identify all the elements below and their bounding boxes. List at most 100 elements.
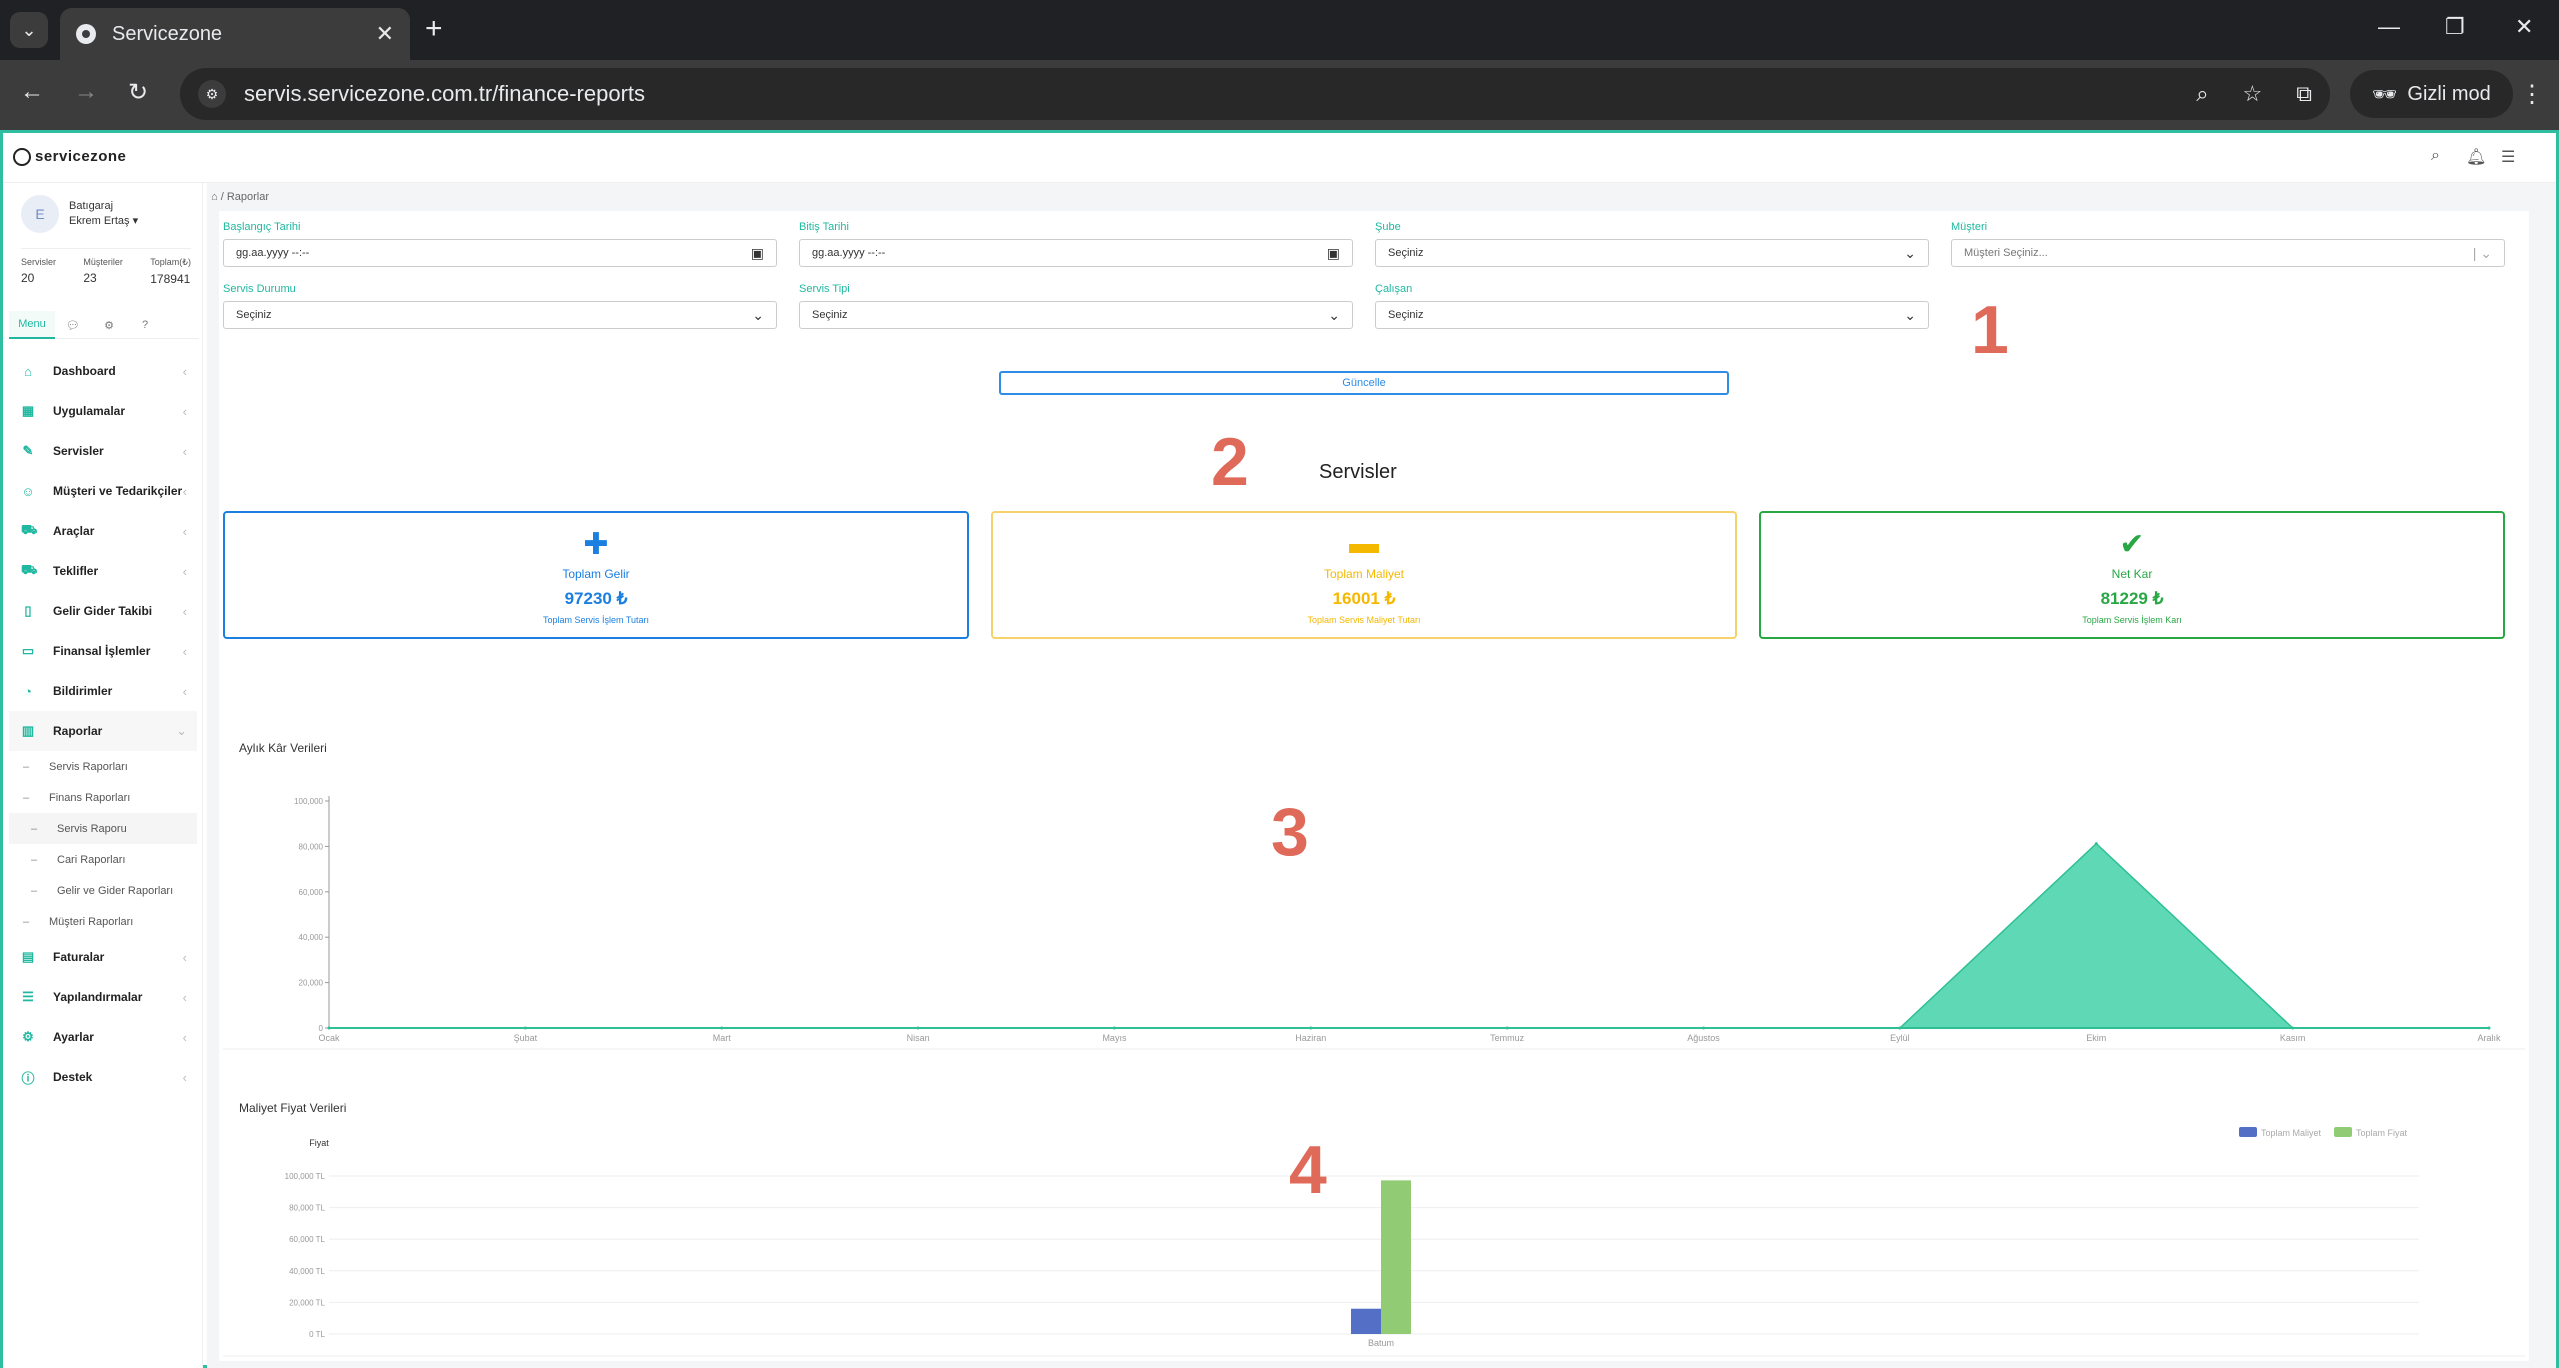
bell-icon[interactable]: 🔔︎ bbox=[2466, 147, 2486, 167]
x-tick-label: Şubat bbox=[514, 1033, 538, 1043]
sidebar-item-dashboard[interactable]: ⌂ Dashboard ‹ bbox=[9, 351, 197, 391]
sidebar-item-support[interactable]: ⓘ Destek ‹ bbox=[9, 1057, 197, 1097]
minimize-icon[interactable]: — bbox=[2378, 14, 2400, 40]
type-select[interactable]: Seçiniz ⌄ bbox=[799, 301, 1353, 329]
wallet-icon: ▭ bbox=[21, 643, 35, 658]
status-select[interactable]: Seçiniz ⌄ bbox=[223, 301, 777, 329]
breadcrumb-current: Raporlar bbox=[226, 191, 270, 203]
sidebar-item-apps[interactable]: ▦ Uygulamalar ‹ bbox=[9, 391, 197, 431]
update-button[interactable]: Güncelle bbox=[999, 371, 1729, 395]
chevron-left-icon: ‹ bbox=[182, 643, 187, 659]
chevron-down-icon: ⌄ bbox=[21, 19, 37, 40]
tab-menu[interactable]: Menu bbox=[9, 311, 55, 339]
x-tick-label: Nisan bbox=[907, 1033, 930, 1043]
sidebar-item-invoices[interactable]: ▤ Faturalar ‹ bbox=[9, 937, 197, 977]
minus-icon: ▬ bbox=[1349, 527, 1379, 560]
zoom-icon[interactable]: ⌕ bbox=[2196, 81, 2208, 107]
chevron-left-icon: ‹ bbox=[182, 363, 187, 379]
extensions-icon[interactable]: ⧉ bbox=[2296, 81, 2312, 107]
chevron-down-icon: ⌄ bbox=[1904, 244, 1916, 261]
bell-icon: ◔ bbox=[24, 683, 32, 699]
user-profile[interactable]: E Batıgaraj Ekrem Ertaş ▾ bbox=[21, 195, 138, 233]
sidebar: E Batıgaraj Ekrem Ertaş ▾ Servisler 20 Mü… bbox=[3, 183, 203, 1368]
gear-icon: ⚙ bbox=[22, 1029, 34, 1044]
submenu-customer-reports[interactable]: – Müşteri Raporları bbox=[9, 906, 197, 937]
sidebar-item-reports[interactable]: ▥ Raporlar ⌄ bbox=[9, 711, 197, 751]
sidebar-item-label: Gelir Gider Takibi bbox=[53, 604, 153, 618]
tab-search-button[interactable]: ⌄ bbox=[10, 12, 48, 48]
home-icon[interactable]: ⌂ bbox=[211, 191, 218, 203]
sliders-icon: ☰ bbox=[22, 989, 34, 1004]
chevron-down-icon: ⌄ bbox=[1328, 306, 1340, 323]
bar-chart-icon: ▥ bbox=[21, 723, 35, 738]
app-logo[interactable]: servicezone bbox=[13, 148, 127, 167]
calendar-icon[interactable]: ▣ bbox=[1327, 245, 1340, 262]
sidebar-item-vehicles[interactable]: ⛟ Araçlar ‹ bbox=[9, 511, 197, 551]
help-icon[interactable]: ? bbox=[127, 311, 163, 339]
kpi-subtitle: Toplam Servis İşlem Karı bbox=[2082, 615, 2182, 625]
sidebar-item-finance[interactable]: ▭ Finansal İşlemler ‹ bbox=[9, 631, 197, 671]
browser-tab[interactable]: Servicezone ✕ bbox=[60, 8, 410, 60]
start-date-label: Başlangıç Tarihi bbox=[223, 221, 301, 233]
gear-icon[interactable]: ⚙ bbox=[91, 311, 127, 339]
y-tick-label: 40,000 TL bbox=[289, 1267, 325, 1276]
user-name[interactable]: Ekrem Ertaş ▾ bbox=[69, 214, 138, 229]
logo-text: servicezone bbox=[35, 148, 127, 165]
bookmark-star-icon[interactable]: ☆ bbox=[2243, 81, 2263, 107]
submenu-income-expense-reports[interactable]: – Gelir ve Gider Raporları bbox=[9, 875, 197, 906]
site-info-icon[interactable]: ⚙ bbox=[198, 80, 226, 108]
incognito-badge[interactable]: 🕶 Gizli mod bbox=[2350, 70, 2513, 118]
sidebar-item-services[interactable]: ✎ Servisler ‹ bbox=[9, 431, 197, 471]
chevron-left-icon: ‹ bbox=[182, 563, 187, 579]
y-tick-label: 80,000 TL bbox=[289, 1204, 325, 1213]
browser-menu-icon[interactable]: ⋮ bbox=[2520, 80, 2544, 109]
sidebar-item-label: Finansal İşlemler bbox=[53, 644, 151, 658]
employee-select[interactable]: Seçiniz ⌄ bbox=[1375, 301, 1929, 329]
forward-icon[interactable]: → bbox=[74, 78, 98, 106]
customer-select[interactable]: Müşteri Seçiniz... | ⌄ bbox=[1951, 239, 2505, 267]
start-date-input[interactable]: gg.aa.yyyy --:-- ▣ bbox=[223, 239, 777, 267]
browser-tabstrip: ⌄ Servicezone ✕ + — ❐ ✕ bbox=[0, 0, 2559, 60]
search-icon[interactable]: ⌕ bbox=[2431, 147, 2440, 165]
calendar-icon[interactable]: ▣ bbox=[751, 245, 764, 262]
section-title: Servisler bbox=[1319, 461, 1397, 483]
submenu-finance-reports[interactable]: – Finans Raporları bbox=[9, 782, 197, 813]
sidebar-item-customers[interactable]: ☺ Müşteri ve Tedarikçiler ‹ bbox=[9, 471, 197, 511]
sidebar-tabs: Menu 💬︎ ⚙ ? bbox=[9, 311, 199, 339]
sidebar-item-income-expense[interactable]: ▯ Gelir Gider Takibi ‹ bbox=[9, 591, 197, 631]
x-tick-label: Kasım bbox=[2280, 1033, 2306, 1043]
y-tick-label: 100,000 bbox=[294, 797, 323, 806]
chevron-left-icon: ‹ bbox=[182, 1069, 187, 1085]
monthly-profit-chart: 0 20,000 40,000 60,000 80,000 100,000 Ocak Şuba… bbox=[223, 796, 2525, 1050]
incognito-label: Gizli mod bbox=[2407, 82, 2491, 105]
list-menu-icon[interactable]: ☰ bbox=[2501, 147, 2515, 167]
kpi-total-income: ✚ Toplam Gelir 97230 ₺ Toplam Servis İşl… bbox=[223, 511, 969, 639]
new-tab-button[interactable]: + bbox=[425, 12, 443, 46]
sidebar-item-label: Uygulamalar bbox=[53, 404, 126, 418]
reload-icon[interactable]: ↻ bbox=[128, 78, 148, 107]
back-icon[interactable]: ← bbox=[20, 78, 44, 106]
branch-select[interactable]: Seçiniz ⌄ bbox=[1375, 239, 1929, 267]
y-axis-title: Fiyat bbox=[309, 1138, 329, 1148]
submenu-account-reports[interactable]: – Cari Raporları bbox=[9, 844, 197, 875]
avatar: E bbox=[21, 195, 59, 233]
restore-icon[interactable]: ❐ bbox=[2445, 14, 2465, 40]
close-window-icon[interactable]: ✕ bbox=[2515, 14, 2533, 40]
cost-price-title: Maliyet Fiyat Verileri bbox=[239, 1101, 347, 1115]
chat-icon[interactable]: 💬︎ bbox=[55, 311, 91, 339]
close-tab-icon[interactable]: ✕ bbox=[376, 21, 394, 47]
end-date-input[interactable]: gg.aa.yyyy --:-- ▣ bbox=[799, 239, 1353, 267]
sidebar-item-label: Servisler bbox=[53, 444, 104, 458]
sidebar-item-configurations[interactable]: ☰ Yapılandırmalar ‹ bbox=[9, 977, 197, 1017]
app-header: servicezone ⌕ 🔔︎ ☰ bbox=[3, 133, 2556, 183]
address-bar[interactable]: ⚙ servis.servicezone.com.tr/finance-repo… bbox=[180, 68, 2330, 120]
user-company: Batıgaraj bbox=[69, 200, 114, 212]
sidebar-item-notifications[interactable]: ◔ Bildirimler ‹ bbox=[9, 671, 197, 711]
submenu-service-reports[interactable]: – Servis Raporları bbox=[9, 751, 197, 782]
kpi-subtitle: Toplam Servis İşlem Tutarı bbox=[542, 615, 650, 625]
sidebar-item-settings[interactable]: ⚙ Ayarlar ‹ bbox=[9, 1017, 197, 1057]
submenu-service-report[interactable]: – Servis Raporu bbox=[9, 813, 197, 844]
url-text[interactable]: servis.servicezone.com.tr/finance-report… bbox=[244, 81, 645, 107]
sidebar-item-offers[interactable]: ⛟ Teklifler ‹ bbox=[9, 551, 197, 591]
chevron-left-icon: ‹ bbox=[182, 603, 187, 619]
